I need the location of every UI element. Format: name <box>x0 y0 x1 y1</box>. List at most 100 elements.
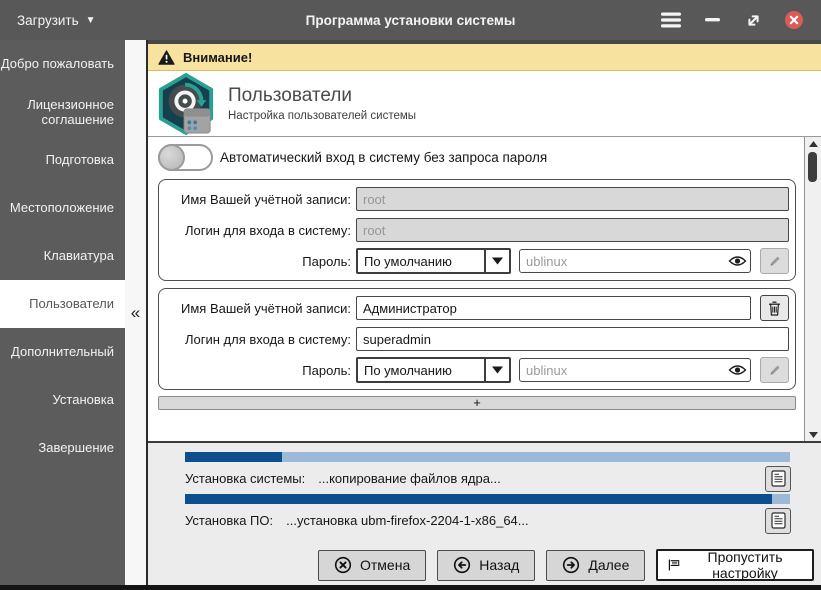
system-progress-bar <box>185 452 790 462</box>
password-label: Пароль: <box>302 362 351 378</box>
add-user-button[interactable]: + <box>158 396 796 410</box>
toggle-knob <box>158 144 185 171</box>
sidebar-item-preparation[interactable]: Подготовка <box>0 136 125 184</box>
edit-password-button <box>760 357 789 383</box>
account-name-input[interactable] <box>356 296 751 320</box>
user-group-admin: Имя Вашей учётной записи: Логин для вход… <box>158 288 796 390</box>
password-mode-select[interactable]: По умолчанию <box>356 248 511 274</box>
account-name-row: Имя Вашей учётной записи: <box>159 295 789 321</box>
pencil-icon <box>770 365 780 375</box>
sidebar: Добро пожаловать Лицензионное соглашение… <box>0 40 125 585</box>
autologin-toggle[interactable] <box>158 144 213 171</box>
next-label: Далее <box>588 557 630 573</box>
header-texts: Пользователи Настройка пользователей сис… <box>228 85 416 122</box>
log-icon <box>770 470 786 487</box>
load-button[interactable]: Загрузить ▼ <box>17 13 96 28</box>
sidebar-item-additional[interactable]: Дополнительный <box>0 328 125 376</box>
page-subtitle: Настройка пользователей системы <box>228 110 417 122</box>
cancel-label: Отмена <box>360 557 411 573</box>
cancel-button[interactable]: Отмена <box>318 549 427 581</box>
logo-users-window-icon <box>183 107 211 133</box>
delete-user-button[interactable] <box>760 295 789 321</box>
window-controls <box>658 7 821 33</box>
menu-button[interactable] <box>658 7 684 33</box>
next-button[interactable]: Далее <box>546 549 646 581</box>
sidebar-item-location[interactable]: Местоположение <box>0 184 125 232</box>
app-logo <box>158 72 214 135</box>
bottom-panel: Установка системы: ...копирование файлов… <box>148 443 821 585</box>
password-input[interactable] <box>519 358 751 382</box>
sidebar-collapse-button[interactable]: « <box>131 304 140 321</box>
minimize-button[interactable] <box>699 7 725 33</box>
account-name-label: Имя Вашей учётной записи: <box>181 191 351 207</box>
show-password-button[interactable] <box>728 364 747 377</box>
chevron-down-icon: ▼ <box>85 14 96 26</box>
software-progress-bar <box>185 494 790 504</box>
scroll-down-button[interactable] <box>805 428 821 441</box>
password-mode-select[interactable]: По умолчанию <box>356 357 511 383</box>
sidebar-item-welcome[interactable]: Добро пожаловать <box>0 40 125 88</box>
password-field-box <box>519 358 751 382</box>
window-body: Добро пожаловать Лицензионное соглашение… <box>0 40 821 585</box>
skip-button[interactable]: Пропустить настройку <box>656 549 814 581</box>
account-name-row: Имя Вашей учётной записи: <box>159 187 789 211</box>
sidebar-item-installation[interactable]: Установка <box>0 376 125 424</box>
login-label: Логин для входа в систему: <box>184 331 351 347</box>
users-settings-content: Автоматический вход в систему без запрос… <box>148 137 804 441</box>
sidebar-item-finish[interactable]: Завершение <box>0 424 125 472</box>
scroll-track[interactable] <box>805 150 821 428</box>
hamburger-icon <box>661 12 681 28</box>
minimize-icon <box>704 18 720 22</box>
password-mode-value: По умолчанию <box>364 253 452 269</box>
footer-buttons: Отмена Назад Далее Пропустить настройку <box>148 549 821 581</box>
load-button-label: Загрузить <box>17 12 79 28</box>
main-panel: Внимание! Пользователи Настройка пользов… <box>148 40 821 585</box>
sidebar-item-keyboard[interactable]: Клавиатура <box>0 232 125 280</box>
cancel-icon <box>334 556 352 574</box>
back-button[interactable]: Назад <box>437 549 536 581</box>
password-field-box <box>519 249 751 273</box>
login-input <box>356 218 789 242</box>
system-progress-label: Установка системы: <box>185 471 306 486</box>
system-progress-row: Установка системы: ...копирование файлов… <box>185 465 791 492</box>
page-header: Пользователи Настройка пользователей сис… <box>148 71 821 137</box>
trash-icon <box>769 301 780 316</box>
software-progress-row: Установка ПО: ...установка ubm-firefox-2… <box>185 507 791 534</box>
edit-password-button <box>760 248 789 274</box>
autologin-label: Автоматический вход в систему без запрос… <box>220 150 548 165</box>
login-input[interactable] <box>356 327 789 351</box>
back-icon <box>454 556 471 574</box>
titlebar: Загрузить ▼ Программа установки системы <box>0 0 821 40</box>
sidebar-collapse-strip: « <box>125 40 148 585</box>
maximize-button[interactable] <box>740 7 766 33</box>
eye-icon <box>728 256 747 266</box>
password-row: Пароль: По умолчанию <box>159 248 789 274</box>
autologin-row: Автоматический вход в систему без запрос… <box>158 143 804 172</box>
arrow-up-icon <box>808 140 818 147</box>
show-password-button[interactable] <box>728 255 747 268</box>
account-name-label: Имя Вашей учётной записи: <box>181 300 351 316</box>
password-mode-value: По умолчанию <box>364 362 452 378</box>
software-progress-status: ...установка ubm-firefox-2204-1-x86_64..… <box>286 513 529 528</box>
next-icon <box>563 556 580 574</box>
scroll-up-button[interactable] <box>805 137 821 150</box>
password-label: Пароль: <box>302 253 351 269</box>
back-label: Назад <box>479 557 520 573</box>
close-button[interactable] <box>781 7 807 33</box>
flag-icon <box>669 559 680 571</box>
software-log-button[interactable] <box>765 507 791 534</box>
sidebar-item-license[interactable]: Лицензионное соглашение <box>0 88 125 136</box>
page-title: Пользователи <box>228 85 353 106</box>
login-row: Логин для входа в систему: <box>159 327 789 351</box>
account-name-input <box>356 187 789 211</box>
system-progress-status: ...копирование файлов ядра... <box>318 471 501 486</box>
eye-icon <box>728 365 747 375</box>
scroll-thumb[interactable] <box>808 152 817 182</box>
warning-bar: Внимание! <box>148 44 821 71</box>
password-input[interactable] <box>519 249 751 273</box>
software-progress-fill <box>185 494 772 504</box>
system-log-button[interactable] <box>765 465 791 492</box>
sidebar-item-users[interactable]: Пользователи <box>0 280 125 328</box>
close-icon <box>785 11 803 29</box>
vertical-scrollbar[interactable] <box>804 137 821 441</box>
